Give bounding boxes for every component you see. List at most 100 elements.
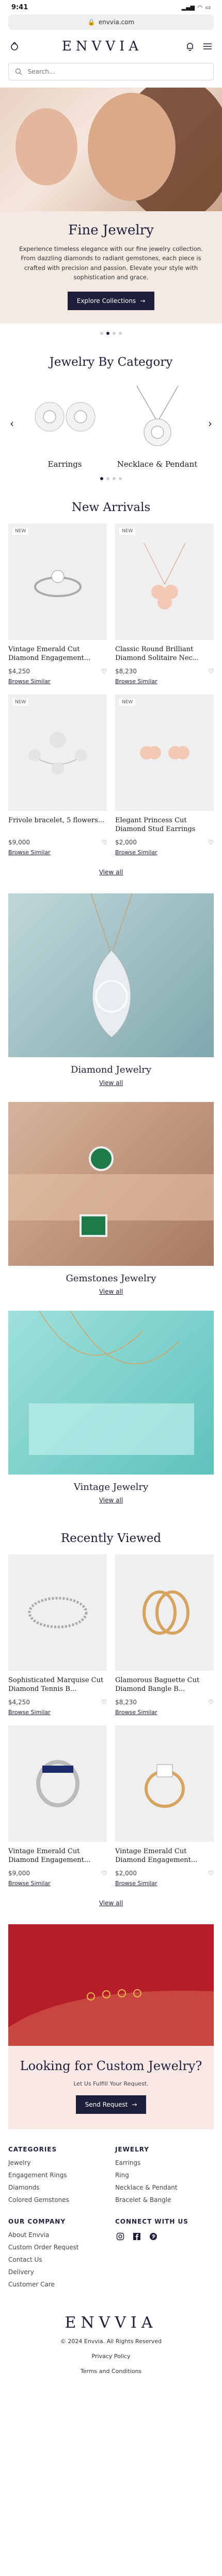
category-item-earrings[interactable]: Earrings <box>21 378 109 469</box>
carousel-dot[interactable] <box>106 477 109 480</box>
ring-logo-icon[interactable] <box>9 41 20 52</box>
chevron-left-icon[interactable]: ‹ <box>5 417 19 430</box>
instagram-icon[interactable] <box>115 2231 125 2242</box>
footer-link[interactable]: Delivery <box>8 2268 107 2276</box>
browse-similar-link[interactable]: Browse Similar <box>115 1880 157 1887</box>
status-icons: ▂▄▆ ◠ ▭ <box>182 4 211 11</box>
carousel-dot-active[interactable] <box>100 477 103 480</box>
menu-icon[interactable] <box>202 41 213 52</box>
heart-icon[interactable]: ♡ <box>101 1699 107 1706</box>
footer-link[interactable]: Necklace & Pendant <box>115 2184 214 2191</box>
carousel-dot[interactable] <box>113 477 116 480</box>
product-name: Sophisticated Marquise Cut Diamond Tenni… <box>8 1676 104 1693</box>
product-card[interactable]: Vintage Emerald Cut Diamond Engagement..… <box>8 1725 107 1887</box>
product-card[interactable]: NEW Classic Round Brilliant Diamond Soli… <box>115 523 214 685</box>
chevron-right-icon[interactable]: › <box>203 417 217 430</box>
browse-similar-link[interactable]: Browse Similar <box>8 678 51 685</box>
heart-icon[interactable]: ♡ <box>101 668 107 675</box>
send-request-button[interactable]: Send Request → <box>75 2095 147 2114</box>
product-name: Vintage Emerald Cut Diamond Engagement..… <box>8 645 91 663</box>
footer-link[interactable]: About Envvia <box>8 2231 107 2239</box>
browse-similar-link[interactable]: Browse Similar <box>8 1880 51 1887</box>
browse-similar-link[interactable]: Browse Similar <box>8 1709 51 1716</box>
product-card[interactable]: Vintage Emerald Cut Diamond Engagement..… <box>115 1725 214 1887</box>
banner-view-all[interactable]: View all <box>0 1284 222 1311</box>
product-image <box>8 1554 107 1671</box>
product-image <box>115 1725 214 1842</box>
footer-logo[interactable]: ENVVIA <box>8 2314 214 2332</box>
custom-jewelry-panel: Looking for Custom Jewelry? Let Us Fulfi… <box>8 2045 214 2129</box>
url-text: envvia.com <box>98 19 135 26</box>
product-price: $4,250 <box>8 667 30 675</box>
new-badge: NEW <box>119 698 136 706</box>
footer-link[interactable]: Bracelet & Bangle <box>115 2196 214 2204</box>
new-arrivals-title: New Arrivals <box>71 500 151 514</box>
search-box[interactable] <box>8 63 214 80</box>
search-input[interactable] <box>27 68 208 75</box>
footer-link[interactable]: Ring <box>115 2172 214 2179</box>
site-header: ENVVIA <box>0 30 222 63</box>
product-card[interactable]: NEW Vintage Emerald Cut Diamond Engageme… <box>8 523 107 685</box>
browse-similar-link[interactable]: Browse Similar <box>115 678 157 685</box>
footer-link[interactable]: Customer Care <box>8 2281 107 2288</box>
bell-icon[interactable] <box>185 41 195 52</box>
product-price: $9,000 <box>8 1869 30 1877</box>
carousel-dot[interactable] <box>119 331 122 335</box>
footer-link[interactable]: Colored Gemstones <box>8 2196 107 2204</box>
banner-view-all[interactable]: View all <box>0 1493 222 1519</box>
site-logo[interactable]: ENVVIA <box>62 39 142 54</box>
product-card[interactable]: NEW Elegant Princess Cut Diamond Stud Ea… <box>115 694 214 856</box>
banner-view-all[interactable]: View all <box>0 1075 222 1102</box>
heart-icon[interactable]: ♡ <box>101 1870 107 1877</box>
gemstones-jewelry-banner[interactable] <box>8 1101 214 1266</box>
product-card[interactable]: Sophisticated Marquise Cut Diamond Tenni… <box>8 1554 107 1716</box>
explore-collections-button[interactable]: Explore Collections → <box>67 291 155 310</box>
heart-icon[interactable]: ♡ <box>208 1870 214 1877</box>
heart-icon[interactable]: ♡ <box>101 839 107 846</box>
recently-viewed-title: Recently Viewed <box>60 1531 162 1545</box>
diamond-jewelry-banner[interactable] <box>8 893 214 1057</box>
carousel-dot[interactable] <box>100 331 103 335</box>
url-bar[interactable]: 🔒 envvia.com <box>8 14 214 30</box>
vintage-jewelry-banner[interactable] <box>8 1310 214 1475</box>
heart-icon[interactable]: ♡ <box>208 1699 214 1706</box>
pinterest-icon[interactable] <box>148 2231 158 2242</box>
facebook-icon[interactable] <box>132 2231 142 2242</box>
product-name: Classic Round Brilliant Diamond Solitair… <box>115 645 199 663</box>
custom-jewelry-image <box>8 1924 214 2046</box>
footer-categories: CATEGORIES Jewelry Engagement Rings Diam… <box>8 2146 107 2209</box>
terms-link[interactable]: Terms and Conditions <box>8 2368 214 2375</box>
category-title: Jewelry By Category <box>49 355 173 369</box>
product-card[interactable]: Glamorous Baguette Cut Diamond Bangle B.… <box>115 1554 214 1716</box>
carousel-dot-active[interactable] <box>106 331 109 335</box>
browse-similar-link[interactable]: Browse Similar <box>8 849 51 856</box>
category-item-necklace[interactable]: Necklace & Pendant <box>114 378 201 469</box>
hero-carousel-dots <box>0 324 222 343</box>
heart-icon[interactable]: ♡ <box>208 839 214 846</box>
new-arrivals-view-all[interactable]: View all <box>0 856 222 893</box>
footer-link[interactable]: Jewelry <box>8 2159 107 2166</box>
footer-link[interactable]: Engagement Rings <box>8 2172 107 2179</box>
footer-link[interactable]: Diamonds <box>8 2184 107 2191</box>
recently-viewed-view-all[interactable]: View all <box>0 1887 222 1924</box>
footer-heading: JEWELRY <box>115 2145 149 2153</box>
hero-panel: Fine Jewelry Experience timeless eleganc… <box>0 211 222 324</box>
product-name: Vintage Emerald Cut Diamond Engagement..… <box>8 1847 91 1865</box>
copyright-text: © 2024 Envvia. All Rights Reserved <box>60 2337 162 2345</box>
footer-heading: CONNECT WITH US <box>115 2217 188 2225</box>
carousel-dot[interactable] <box>113 331 116 335</box>
category-carousel: ‹ Earrings Necklace & Pendant › <box>0 378 222 469</box>
privacy-policy-link[interactable]: Privacy Policy <box>8 2353 214 2360</box>
browse-similar-link[interactable]: Browse Similar <box>115 849 157 856</box>
heart-icon[interactable]: ♡ <box>208 668 214 675</box>
footer-link[interactable]: Earrings <box>115 2159 214 2166</box>
footer-link[interactable]: Contact Us <box>8 2256 107 2263</box>
battery-icon: ▭ <box>205 4 211 11</box>
custom-title: Looking for Custom Jewelry? <box>20 2058 202 2073</box>
product-card[interactable]: NEW Frivole bracelet, 5 flowers... $9,00… <box>8 694 107 856</box>
product-price: $9,000 <box>8 838 30 846</box>
browse-similar-link[interactable]: Browse Similar <box>115 1709 157 1716</box>
product-image: NEW <box>115 694 214 811</box>
carousel-dot[interactable] <box>119 477 122 480</box>
footer-link[interactable]: Custom Order Request <box>8 2244 107 2251</box>
